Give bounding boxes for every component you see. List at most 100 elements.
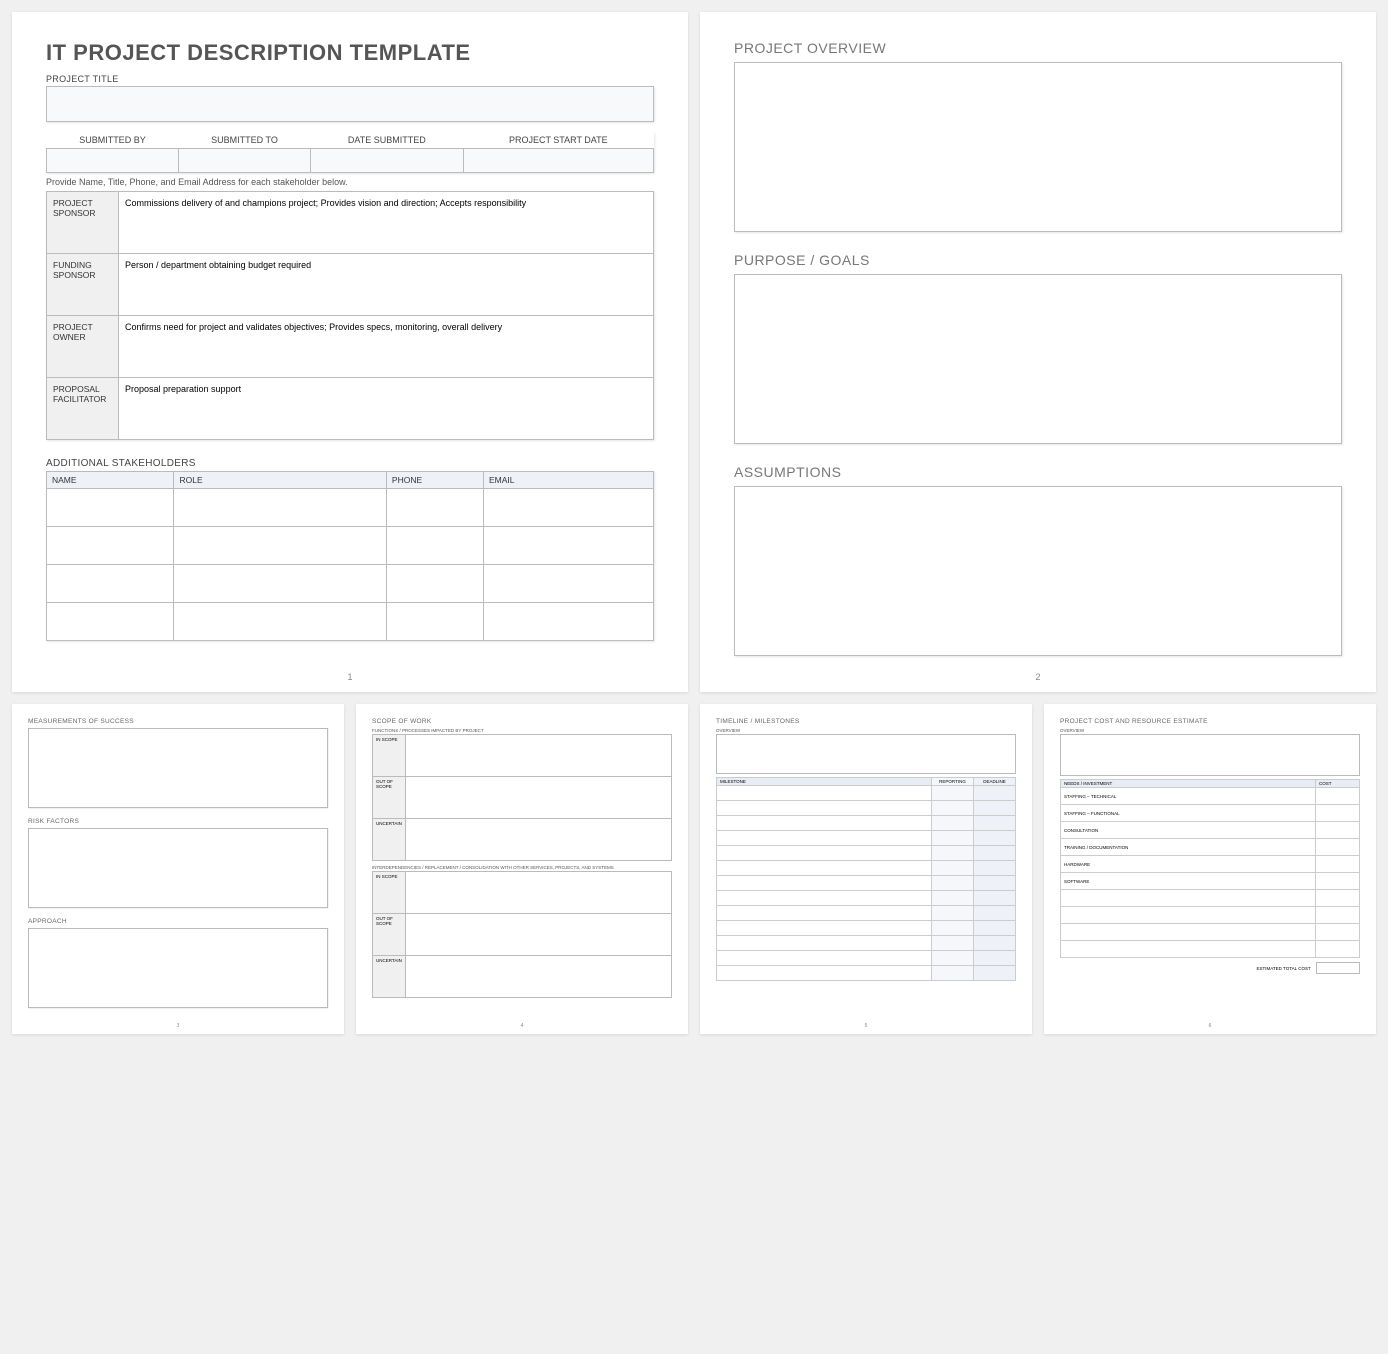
page-3: MEASUREMENTS OF SUCCESS RISK FACTORS APP…: [12, 704, 344, 1034]
page-number: 5: [700, 1023, 1032, 1029]
cost-row[interactable]: [1061, 941, 1360, 958]
row-funding-t[interactable]: Person / department obtaining budget req…: [119, 254, 654, 316]
scope-title: SCOPE OF WORK: [372, 718, 672, 725]
add-row[interactable]: [47, 527, 654, 565]
timeline-title: TIMELINE / MILESTONES: [716, 718, 1016, 725]
total-input[interactable]: [1316, 962, 1360, 974]
cost-overview-input[interactable]: [1060, 734, 1360, 776]
additional-table: NAME ROLE PHONE EMAIL: [46, 471, 654, 641]
in-scope-h2: IN SCOPE: [373, 872, 406, 914]
cost-row[interactable]: CONSULTATION: [1061, 822, 1360, 839]
col-milestone: MILESTONE: [717, 778, 932, 786]
in-scope-h: IN SCOPE: [373, 735, 406, 777]
assumptions-title: ASSUMPTIONS: [734, 464, 1342, 480]
mile-row[interactable]: [717, 906, 1016, 921]
date-submitted-label: DATE SUBMITTED: [311, 132, 463, 149]
total-label: ESTIMATED TOTAL COST: [1256, 966, 1310, 971]
row-facilitator-t[interactable]: Proposal preparation support: [119, 378, 654, 440]
mile-row[interactable]: [717, 861, 1016, 876]
timeline-ov: OVERVIEW: [716, 728, 1016, 733]
cost-row[interactable]: [1061, 924, 1360, 941]
row-owner-t[interactable]: Confirms need for project and validates …: [119, 316, 654, 378]
out-scope-h2: OUT OF SCOPE: [373, 914, 406, 956]
out-scope-h: OUT OF SCOPE: [373, 777, 406, 819]
row-funding-h: FUNDING SPONSOR: [47, 254, 119, 316]
in-scope-input2[interactable]: [405, 872, 671, 914]
uncertain-input2[interactable]: [405, 956, 671, 998]
mile-row[interactable]: [717, 816, 1016, 831]
page-number: 1: [12, 672, 688, 682]
project-title-input[interactable]: [46, 86, 654, 122]
risk-title: RISK FACTORS: [28, 818, 328, 825]
additional-title: ADDITIONAL STAKEHOLDERS: [46, 458, 654, 469]
purpose-input[interactable]: [734, 274, 1342, 444]
mile-row[interactable]: [717, 786, 1016, 801]
start-date-label: PROJECT START DATE: [463, 132, 653, 149]
cost-row[interactable]: STAFFING – FUNCTIONAL: [1061, 805, 1360, 822]
mile-row[interactable]: [717, 876, 1016, 891]
page-number: 4: [356, 1023, 688, 1029]
stakeholder-note: Provide Name, Title, Phone, and Email Ad…: [46, 177, 654, 187]
success-title: MEASUREMENTS OF SUCCESS: [28, 718, 328, 725]
col-deadline: DEADLINE: [974, 778, 1016, 786]
date-submitted-input[interactable]: [311, 149, 463, 173]
page-4: SCOPE OF WORK FUNCTIONS / PROCESSES IMPA…: [356, 704, 688, 1034]
page-number: 3: [12, 1023, 344, 1029]
scope-table-2: IN SCOPE OUT OF SCOPE UNCERTAIN: [372, 871, 672, 998]
cost-title: PROJECT COST AND RESOURCE ESTIMATE: [1060, 718, 1360, 725]
cost-row[interactable]: SOFTWARE: [1061, 873, 1360, 890]
uncertain-input[interactable]: [405, 819, 671, 861]
overview-input[interactable]: [734, 62, 1342, 232]
milestone-table: MILESTONE REPORTING DEADLINE: [716, 777, 1016, 981]
submitted-to-input[interactable]: [178, 149, 310, 173]
start-date-input[interactable]: [463, 149, 653, 173]
approach-input[interactable]: [28, 928, 328, 1008]
col-reporting: REPORTING: [932, 778, 974, 786]
out-scope-input[interactable]: [405, 777, 671, 819]
page-number: 6: [1044, 1023, 1376, 1029]
mile-row[interactable]: [717, 891, 1016, 906]
success-input[interactable]: [28, 728, 328, 808]
cost-row[interactable]: STAFFING – TECHNICAL: [1061, 788, 1360, 805]
uncertain-h: UNCERTAIN: [373, 819, 406, 861]
purpose-title: PURPOSE / GOALS: [734, 252, 1342, 268]
page-1: IT PROJECT DESCRIPTION TEMPLATE PROJECT …: [12, 12, 688, 692]
timeline-overview-input[interactable]: [716, 734, 1016, 774]
overview-title: PROJECT OVERVIEW: [734, 40, 1342, 56]
page-6: PROJECT COST AND RESOURCE ESTIMATE OVERV…: [1044, 704, 1376, 1034]
mile-row[interactable]: [717, 831, 1016, 846]
cost-row[interactable]: TRAINING / DOCUMENTATION: [1061, 839, 1360, 856]
risk-input[interactable]: [28, 828, 328, 908]
total-row: ESTIMATED TOTAL COST: [1060, 962, 1360, 974]
row-facilitator-h: PROPOSAL FACILITATOR: [47, 378, 119, 440]
scope-sub1: FUNCTIONS / PROCESSES IMPACTED BY PROJEC…: [372, 728, 672, 733]
row-owner-h: PROJECT OWNER: [47, 316, 119, 378]
submitted-to-label: SUBMITTED TO: [178, 132, 310, 149]
row-sponsor-t[interactable]: Commissions delivery of and champions pr…: [119, 192, 654, 254]
cost-row[interactable]: [1061, 890, 1360, 907]
add-row[interactable]: [47, 565, 654, 603]
add-row[interactable]: [47, 603, 654, 641]
col-name: NAME: [47, 472, 174, 489]
mile-row[interactable]: [717, 921, 1016, 936]
page-2: PROJECT OVERVIEW PURPOSE / GOALS ASSUMPT…: [700, 12, 1376, 692]
col-cost: COST: [1316, 780, 1360, 788]
in-scope-input[interactable]: [405, 735, 671, 777]
uncertain-h2: UNCERTAIN: [373, 956, 406, 998]
cost-table: NEEDS / INVESTMENT COST STAFFING – TECHN…: [1060, 779, 1360, 958]
page-5: TIMELINE / MILESTONES OVERVIEW MILESTONE…: [700, 704, 1032, 1034]
cost-ov: OVERVIEW: [1060, 728, 1360, 733]
out-scope-input2[interactable]: [405, 914, 671, 956]
add-row[interactable]: [47, 489, 654, 527]
submit-table: SUBMITTED BY SUBMITTED TO DATE SUBMITTED…: [46, 132, 654, 173]
submitted-by-input[interactable]: [47, 149, 179, 173]
cost-row[interactable]: HARDWARE: [1061, 856, 1360, 873]
cost-row[interactable]: [1061, 907, 1360, 924]
mile-row[interactable]: [717, 951, 1016, 966]
assumptions-input[interactable]: [734, 486, 1342, 656]
mile-row[interactable]: [717, 966, 1016, 981]
mile-row[interactable]: [717, 801, 1016, 816]
stakeholder-table: PROJECT SPONSORCommissions delivery of a…: [46, 191, 654, 440]
mile-row[interactable]: [717, 846, 1016, 861]
mile-row[interactable]: [717, 936, 1016, 951]
